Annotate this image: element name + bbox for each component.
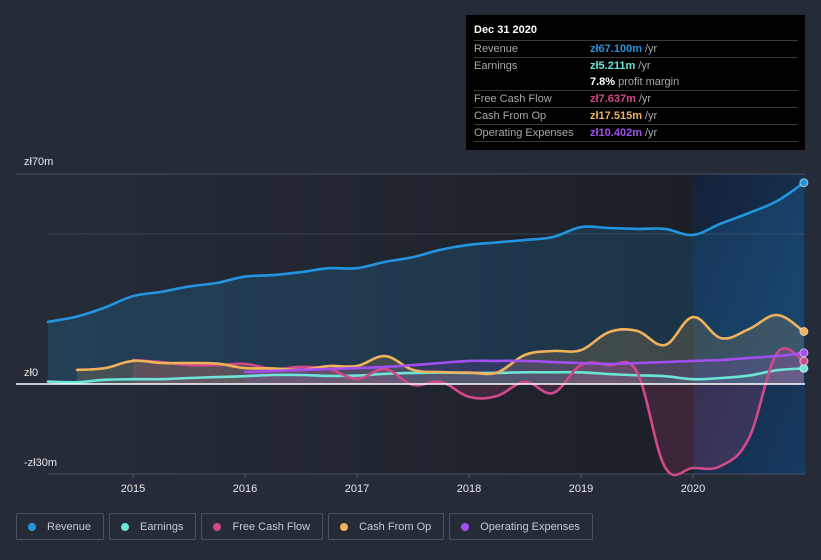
tooltip-row-unit: profit margin [618,76,680,88]
legend-label: Operating Expenses [480,520,580,533]
tooltip-row: Revenue zł67.100m/yr [474,41,798,58]
legend-label: Cash From Op [359,520,432,533]
x-tick-label: 2015 [121,483,145,495]
tooltip-row-value: 7.8% [590,76,616,88]
legend-item-operating-expenses[interactable]: Operating Expenses [449,513,593,540]
tooltip-row-value: zł7.637m [590,93,636,105]
tooltip-row-value: zł10.402m [590,127,642,139]
tooltip-row: Earnings zł5.211m/yr [474,58,798,74]
tooltip-row: Cash From Op zł17.515m/yr [474,108,798,125]
legend-dot-icon [28,522,36,531]
tooltip-row-value: zł5.211m [590,60,636,72]
tooltip-row-label: Operating Expenses [474,127,574,139]
tooltip-row: Free Cash Flow zł7.637m/yr [474,91,798,108]
legend-dot-icon [213,522,222,531]
tooltip-row-value: zł67.100m [590,43,642,55]
y-tick-label: -zł30m [24,457,57,469]
legend-item-revenue[interactable]: Revenue [16,513,105,540]
x-tick-label: 2016 [233,483,257,495]
tooltip-date: Dec 31 2020 [474,21,798,41]
legend-label: Free Cash Flow [232,520,311,533]
end-marker-free-cash-flow [799,356,809,366]
tooltip-row-label: Revenue [474,43,519,55]
tooltip-row-unit: /yr [644,110,658,122]
y-tick-label: zł70m [24,156,53,168]
tooltip-row-unit: /yr [644,127,658,139]
tooltip-row-value: zł17.515m [590,110,642,122]
legend-item-earnings[interactable]: Earnings [109,513,197,540]
tooltip-row-label: Cash From Op [474,110,547,122]
tooltip-panel: Dec 31 2020 Revenue zł67.100m/yr Earnings z… [466,15,805,150]
legend: Revenue Earnings Free Cash Flow Cash From O… [16,513,593,540]
y-tick-label: zł0 [24,367,38,379]
legend-item-cash-from-op[interactable]: Cash From Op [328,513,445,540]
legend-dot-icon [121,522,130,531]
x-tick-label: 2017 [345,483,369,495]
legend-label: Revenue [47,520,92,533]
tooltip-row-unit: /yr [644,43,658,55]
tooltip-row: Operating Expenses zł10.402m/yr [474,125,798,142]
tooltip-row: 7.8% profit margin [474,74,798,91]
tooltip-row-label: Earnings [474,60,518,72]
tooltip-row-unit: /yr [638,93,652,105]
legend-dot-icon [340,522,349,531]
end-marker-cash-from-op [799,327,809,336]
legend-item-free-cash-flow[interactable]: Free Cash Flow [201,513,324,540]
legend-dot-icon [461,522,470,531]
x-tick-label: 2019 [569,483,593,495]
end-marker-revenue [799,178,809,188]
x-tick-label: 2020 [681,483,705,495]
legend-label: Earnings [140,520,184,533]
tooltip-row-label [474,74,590,90]
end-marker-operating-expenses [799,348,809,358]
tooltip-row-label: Free Cash Flow [474,93,552,105]
x-tick-label: 2018 [457,483,481,495]
tooltip-row-unit: /yr [638,60,651,72]
